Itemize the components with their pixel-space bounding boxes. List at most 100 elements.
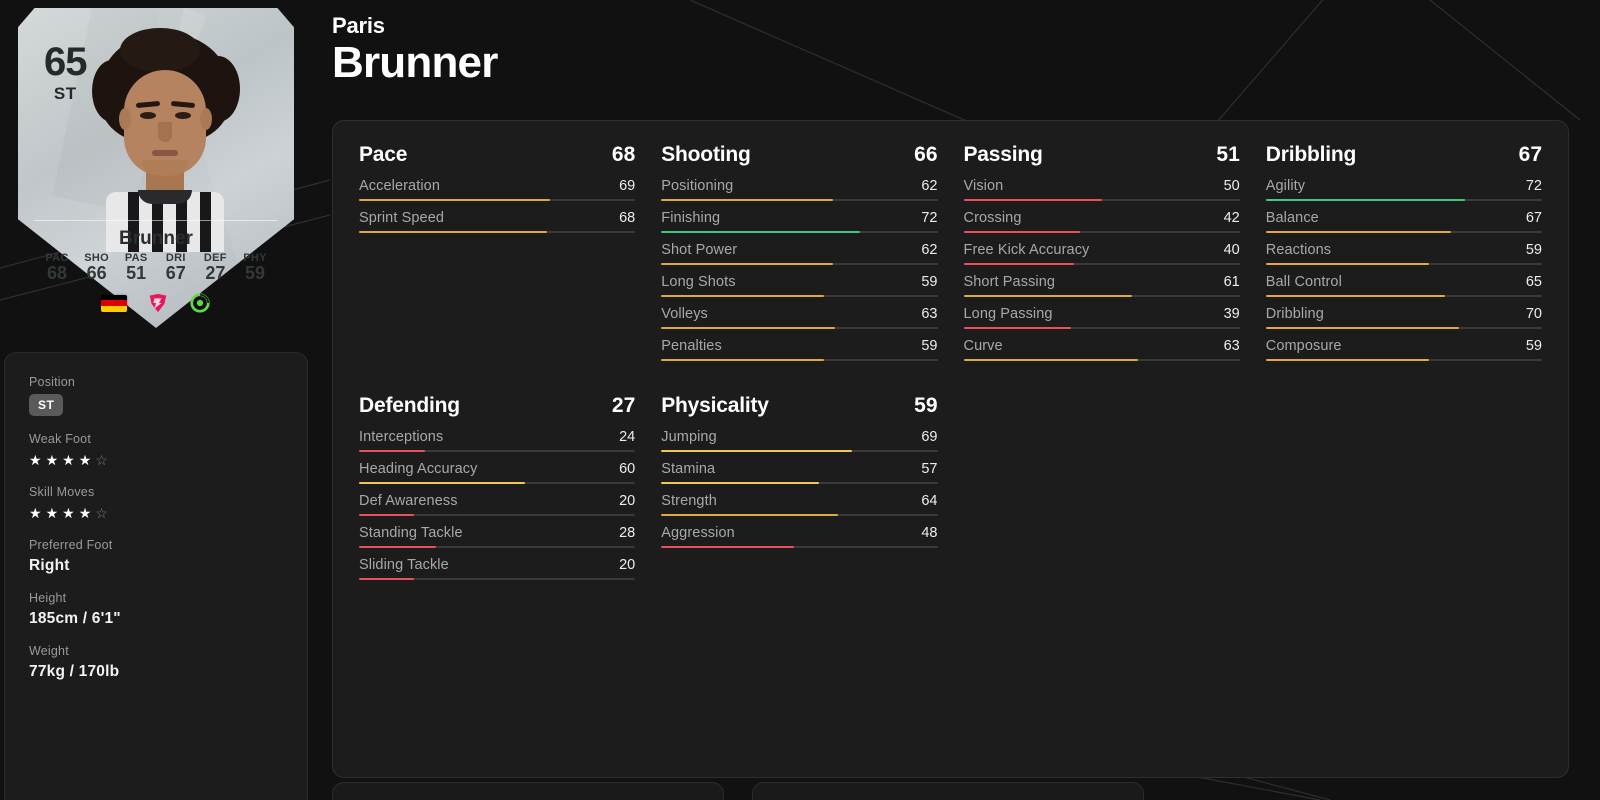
stat-bar-track xyxy=(661,263,938,265)
stat-value: 68 xyxy=(619,210,636,226)
stat-header: Curve 63 xyxy=(964,338,1240,354)
stat-header: Reactions 59 xyxy=(1266,242,1542,258)
stat-header: Sliding Tackle 20 xyxy=(359,557,635,573)
star-filled-icon: ★ xyxy=(62,505,79,522)
card-position: ST xyxy=(53,84,77,103)
stat-bar-track xyxy=(963,263,1240,265)
info-row-skill-moves: Skill Moves ★★★★☆ xyxy=(29,485,283,522)
stat-header: Acceleration 69 xyxy=(359,178,635,194)
stat-bar-track xyxy=(661,231,938,233)
stat-value: 59 xyxy=(921,338,938,354)
card-overall-rating: 65 xyxy=(44,40,87,84)
stat-bar-track xyxy=(963,359,1240,361)
bottom-panel-right[interactable] xyxy=(752,782,1144,800)
stat-bar-fill xyxy=(963,327,1072,329)
weight-value: 77kg / 170lb xyxy=(29,663,120,681)
card-stat-value: 66 xyxy=(86,263,107,283)
stat-value: 70 xyxy=(1525,306,1542,322)
stat-value: 48 xyxy=(921,525,938,541)
stat-bar-fill xyxy=(661,199,833,201)
stat-value: 24 xyxy=(619,429,636,445)
position-chip[interactable]: ST xyxy=(29,394,64,416)
bundesliga-league-icon xyxy=(149,293,167,313)
stat-bar-track xyxy=(1265,327,1542,329)
group-name: Dribbling xyxy=(1265,143,1357,166)
stat-bar-track xyxy=(359,546,636,548)
stat-value: 62 xyxy=(921,178,938,194)
card-stat-value: 51 xyxy=(126,263,147,283)
stat-bar-track xyxy=(1265,199,1542,201)
attribute-group-pace: Pace 68 Acceleration 69 Sprint Speed 68 xyxy=(359,143,636,370)
stat-header: Crossing 42 xyxy=(964,210,1240,226)
star-empty-icon: ☆ xyxy=(95,505,112,522)
stat-bar-fill xyxy=(1265,359,1429,361)
card-stat-value: 59 xyxy=(244,263,265,283)
stat-bar-track xyxy=(661,359,938,361)
stat-header: Vision 50 xyxy=(964,178,1240,194)
stat-bar-fill xyxy=(661,514,839,516)
stat-name: Sprint Speed xyxy=(359,210,445,226)
stat-bar-track xyxy=(661,295,938,297)
stat-row: Penalties 59 xyxy=(661,338,938,361)
info-row-weak-foot: Weak Foot ★★★★☆ xyxy=(29,432,283,469)
height-value: 185cm / 6'1" xyxy=(29,610,121,628)
card-player-surname: Brunner xyxy=(119,228,193,249)
attribute-group-dribbling: Dribbling 67 Agility 72 Balance 67 Reactions 59… xyxy=(1265,143,1542,370)
card-stat-sho: SHO 66 xyxy=(78,252,116,284)
stat-bar-fill xyxy=(1265,231,1451,233)
stat-name: Positioning xyxy=(661,178,734,194)
stat-bar-fill xyxy=(661,327,836,329)
stat-name: Interceptions xyxy=(359,429,444,445)
stat-row: Ball Control 65 xyxy=(1265,274,1542,297)
stat-row: Agility 72 xyxy=(1265,178,1542,201)
stat-row: Aggression 48 xyxy=(661,525,938,548)
star-filled-icon: ★ xyxy=(62,452,79,468)
stat-row: Standing Tackle 28 xyxy=(359,525,636,548)
stat-bar-track xyxy=(963,327,1240,329)
player-stats-page: 65 ST Brunner PAC 68 SHO 66 PAS 51 DRI 6… xyxy=(0,0,1600,800)
star-filled-icon: ★ xyxy=(78,452,96,468)
stat-value: 59 xyxy=(1525,242,1542,258)
stat-value: 61 xyxy=(1223,274,1240,290)
stat-bar-fill xyxy=(1265,199,1465,201)
stat-header: Jumping 69 xyxy=(661,429,937,445)
stat-name: Penalties xyxy=(661,338,722,354)
star-filled-icon: ★ xyxy=(45,505,63,522)
card-overall-block: 65 ST xyxy=(44,42,87,104)
stat-name: Free Kick Accuracy xyxy=(963,242,1090,258)
stat-bar-fill xyxy=(661,231,861,233)
stat-name: Sliding Tackle xyxy=(359,557,449,573)
stat-row: Shot Power 62 xyxy=(661,242,938,265)
stat-value: 50 xyxy=(1223,178,1240,194)
stat-name: Heading Accuracy xyxy=(359,461,478,477)
stat-name: Stamina xyxy=(661,461,716,477)
stat-value: 42 xyxy=(1223,210,1240,226)
stat-row: Long Shots 59 xyxy=(661,274,938,297)
card-stat-value: 27 xyxy=(205,263,226,283)
stat-bar-track xyxy=(359,482,636,484)
club-crest-icon xyxy=(190,293,210,313)
stat-name: Short Passing xyxy=(963,274,1056,290)
bottom-panel-left[interactable] xyxy=(332,782,724,800)
card-stat-value: 67 xyxy=(165,263,186,283)
stat-name: Ball Control xyxy=(1265,274,1342,290)
group-value: 51 xyxy=(1216,143,1240,166)
height-label: Height xyxy=(29,591,67,606)
stat-row: Stamina 57 xyxy=(661,461,938,484)
stat-bar-fill xyxy=(661,482,819,484)
stat-value: 63 xyxy=(1223,338,1240,354)
stat-bar-fill xyxy=(359,231,547,233)
stat-name: Aggression xyxy=(661,525,735,541)
stat-header: Aggression 48 xyxy=(661,525,937,541)
stat-header: Volleys 63 xyxy=(661,306,937,322)
stat-name: Jumping xyxy=(661,429,717,445)
attribute-group-defending: Defending 27 Interceptions 24 Heading Accura… xyxy=(359,394,636,589)
stat-bar-fill xyxy=(661,450,852,452)
player-card[interactable]: 65 ST Brunner PAC 68 SHO 66 PAS 51 DRI 6… xyxy=(18,8,294,328)
stat-row: Short Passing 61 xyxy=(963,274,1240,297)
group-name: Passing xyxy=(963,143,1043,166)
stat-bar-fill xyxy=(359,514,415,516)
group-value: 27 xyxy=(611,394,636,417)
preferred-foot-value: Right xyxy=(29,557,70,575)
stat-bar-fill xyxy=(359,578,415,580)
